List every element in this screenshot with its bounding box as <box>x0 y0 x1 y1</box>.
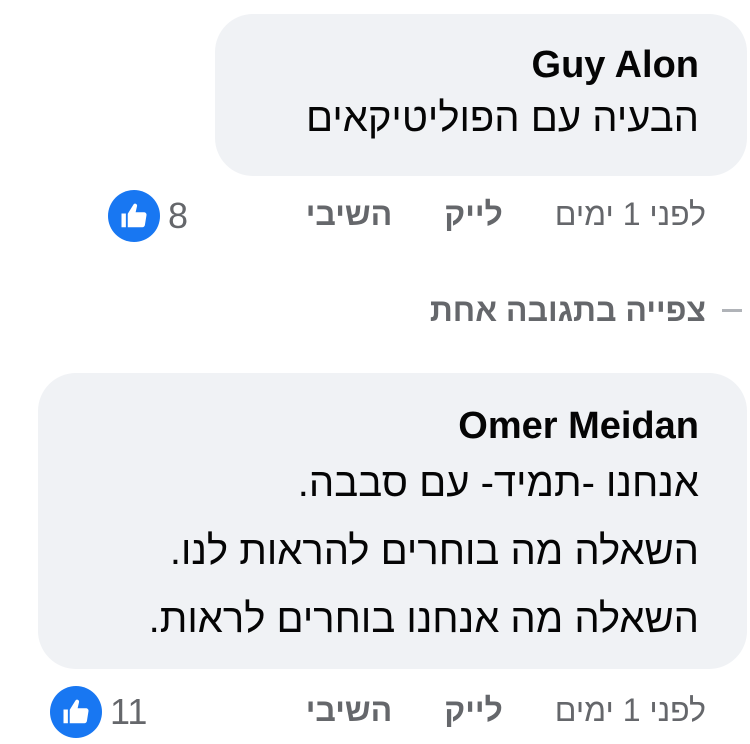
comment-timestamp[interactable]: לפני 1 ימים <box>555 196 706 233</box>
like-button[interactable]: לייק <box>444 692 503 729</box>
comment-text-line: השאלה מה בוחרים להראות לנו. <box>169 529 699 573</box>
reply-connector-line <box>722 309 742 312</box>
comment-actions: לפני 1 ימים לייק השיבי <box>306 196 706 233</box>
comment-author[interactable]: Omer Meidan <box>78 403 699 449</box>
comment-bubble: Guy Alon הבעיה עם הפוליטיקאים <box>215 14 747 176</box>
thumbs-up-icon <box>108 190 160 242</box>
comment-actions: לפני 1 ימים לייק השיבי <box>306 692 706 729</box>
reaction-summary[interactable]: 11 <box>50 686 147 738</box>
reaction-count: 8 <box>168 195 189 236</box>
comment-author[interactable]: Guy Alon <box>255 42 699 88</box>
reaction-count: 11 <box>110 691 148 732</box>
view-replies-link[interactable]: צפייה בתגובה אחת <box>430 292 742 329</box>
comment-text-line: השאלה מה אנחנו בוחרים לראות. <box>148 597 699 641</box>
comment-timestamp[interactable]: לפני 1 ימים <box>555 692 706 729</box>
reply-button[interactable]: השיבי <box>306 692 393 729</box>
comment-text-line: הבעיה עם הפוליטיקאים <box>306 96 699 140</box>
comment-text-line: אנחנו -תמיד- עם סבבה. <box>297 461 699 505</box>
like-button[interactable]: לייק <box>444 196 503 233</box>
view-replies-label: צפייה בתגובה אחת <box>429 292 706 328</box>
reply-button[interactable]: השיבי <box>306 196 393 233</box>
comment-bubble: Omer Meidan אנחנו -תמיד- עם סבבה. השאלה … <box>38 373 747 669</box>
reaction-summary[interactable]: 8 <box>108 190 188 242</box>
thumbs-up-icon <box>50 686 102 738</box>
